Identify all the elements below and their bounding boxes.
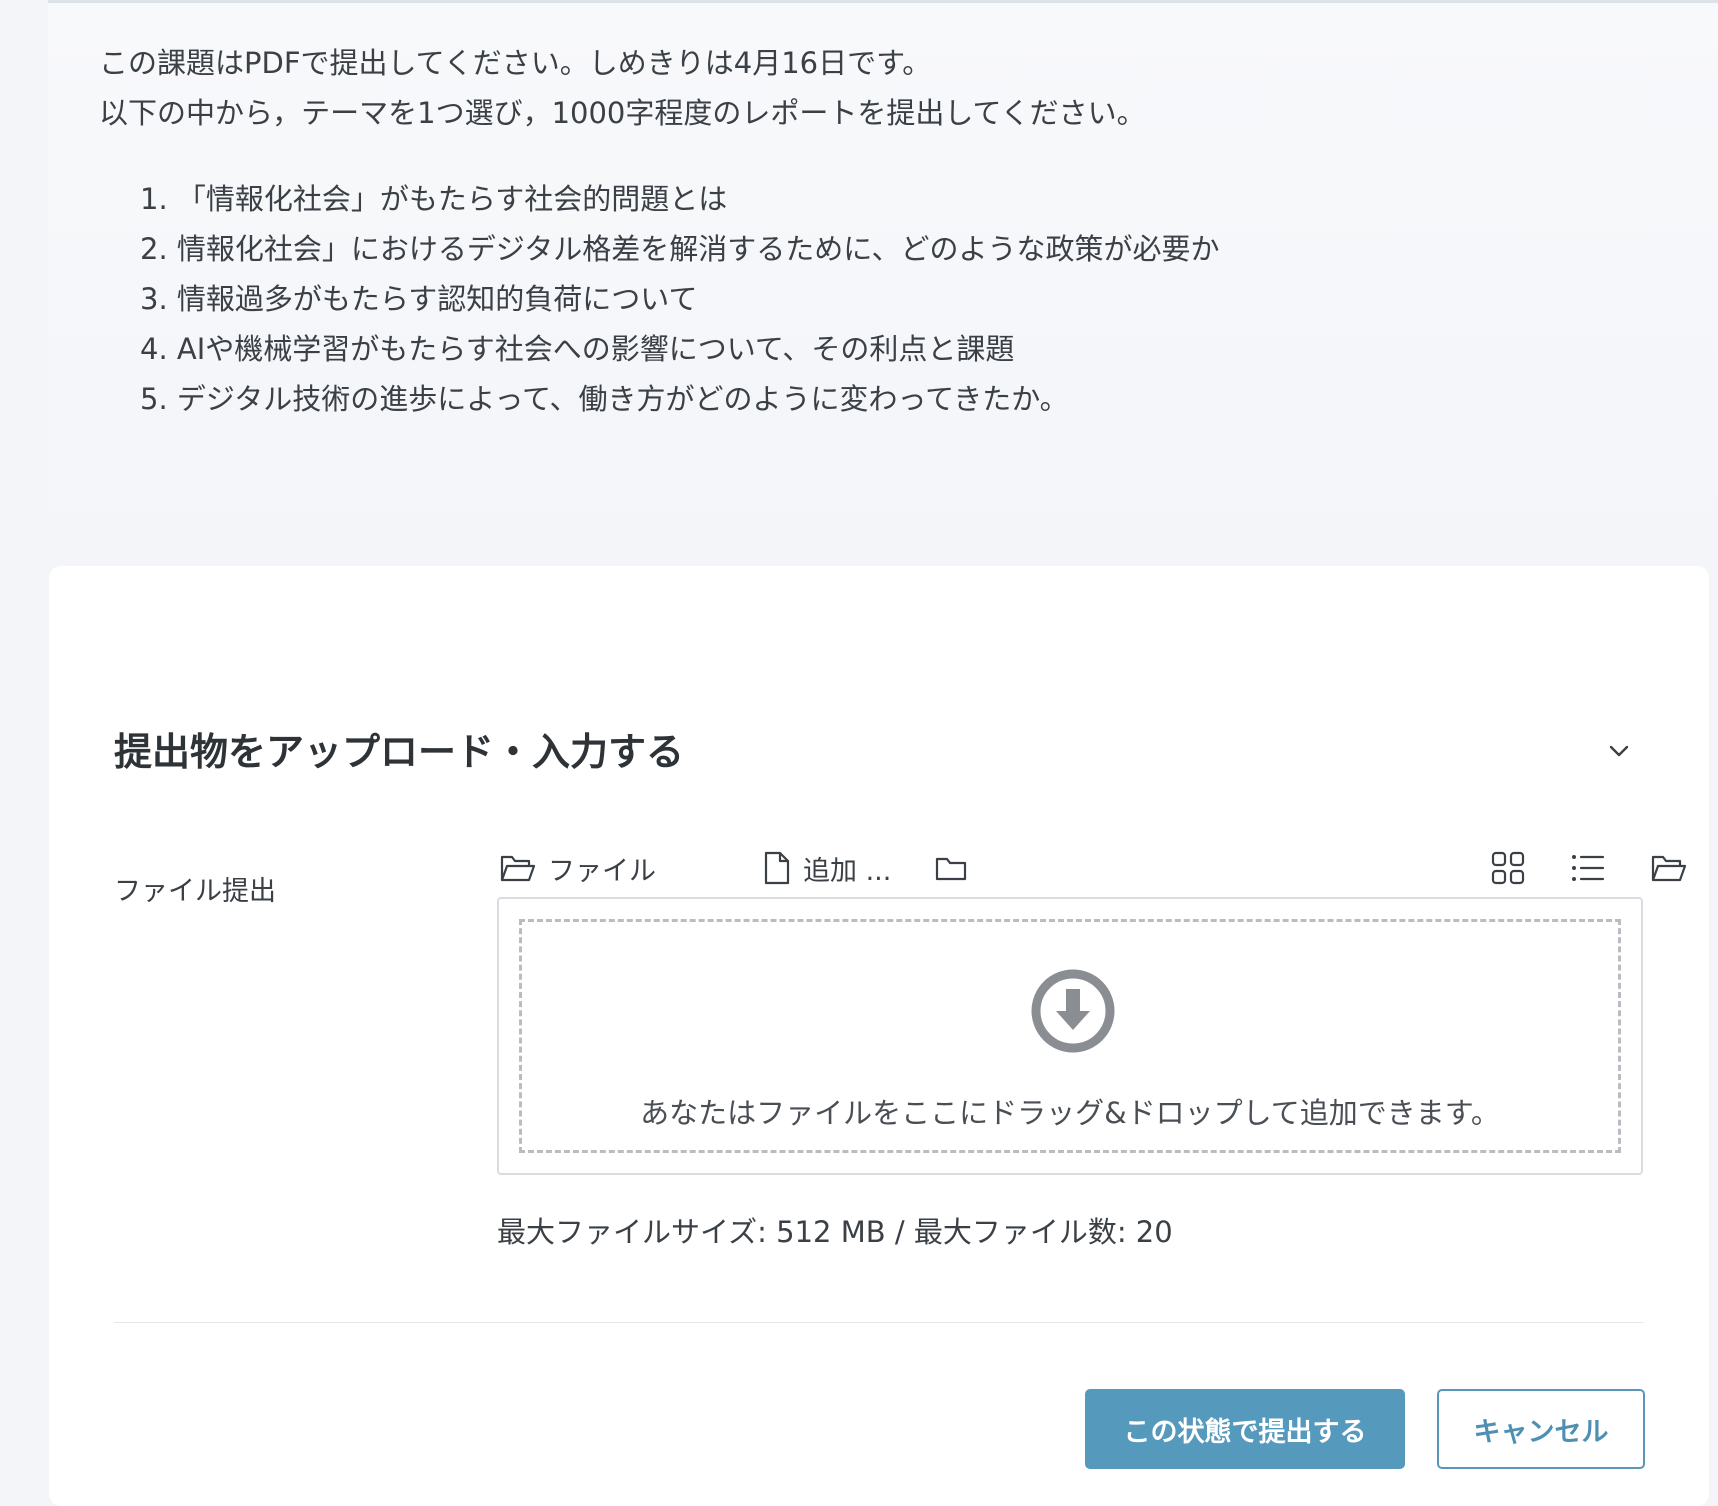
file-icon (763, 851, 791, 885)
list-view-button[interactable] (1571, 843, 1605, 893)
folder-open-icon (500, 853, 536, 883)
file-picker-button[interactable]: ファイル (500, 843, 656, 893)
assignment-instruction-detail: 以下の中から，テーマを1つ選び，1000字程度のレポートを提出してください。 (99, 96, 1146, 130)
folder-icon (935, 854, 967, 882)
form-divider (114, 1322, 1644, 1323)
topic-item: 4. AIや機械学習がもたらす社会への影響について、その利点と課題 (140, 332, 1015, 366)
file-manager-toolbar: ファイル 追加 ... (498, 843, 1698, 893)
file-picker-label: ファイル (548, 855, 656, 887)
submission-card: 提出物をアップロード・入力する ファイル提出 ファイル 追加 ... あなたはフ… (49, 566, 1709, 1506)
create-folder-button[interactable] (935, 843, 967, 893)
assignment-instruction: この課題はPDFで提出してください。しめきりは4月16日です。 (99, 46, 932, 80)
folder-tree-view-button[interactable] (1651, 843, 1687, 893)
topic-item: 3. 情報過多がもたらす認知的負荷について (140, 282, 698, 316)
file-manager-container: あなたはファイルをここにドラッグ&ドロップして追加できます。 (497, 897, 1643, 1175)
section-title: 提出物をアップロード・入力する (114, 730, 685, 774)
file-dropzone[interactable]: あなたはファイルをここにドラッグ&ドロップして追加できます。 (519, 919, 1621, 1153)
download-circle-icon (1030, 968, 1116, 1054)
topic-item: 2. 情報化社会」におけるデジタル格差を解消するために、どのような政策が必要か (140, 232, 1220, 266)
grid-view-icon (1491, 851, 1525, 885)
collapse-toggle[interactable] (1604, 736, 1634, 766)
topic-list: 1. 「情報化社会」がもたらす社会的問題とは 2. 情報化社会」におけるデジタル… (140, 174, 1219, 424)
chevron-down-icon (1609, 745, 1629, 757)
cancel-button[interactable]: キャンセル (1437, 1389, 1645, 1469)
file-limits-text: 最大ファイルサイズ: 512 MB / 最大ファイル数: 20 (497, 1215, 1173, 1249)
add-file-button[interactable]: 追加 ... (763, 843, 891, 893)
dropzone-instruction: あなたはファイルをここにドラッグ&ドロップして追加できます。 (640, 1096, 1500, 1130)
topic-item: 1. 「情報化社会」がもたらす社会的問題とは (140, 182, 728, 216)
grid-view-button[interactable] (1491, 843, 1525, 893)
submit-button[interactable]: この状態で提出する (1085, 1389, 1405, 1469)
assignment-description: この課題はPDFで提出してください。しめきりは4月16日です。 以下の中から，テ… (48, 3, 1718, 563)
add-file-label: 追加 ... (803, 855, 892, 887)
folder-tree-icon (1651, 853, 1687, 883)
topic-item: 5. デジタル技術の進歩によって、働き方がどのように変わってきたか。 (140, 382, 1069, 416)
list-view-icon (1571, 853, 1605, 883)
file-submission-label: ファイル提出 (114, 876, 276, 907)
